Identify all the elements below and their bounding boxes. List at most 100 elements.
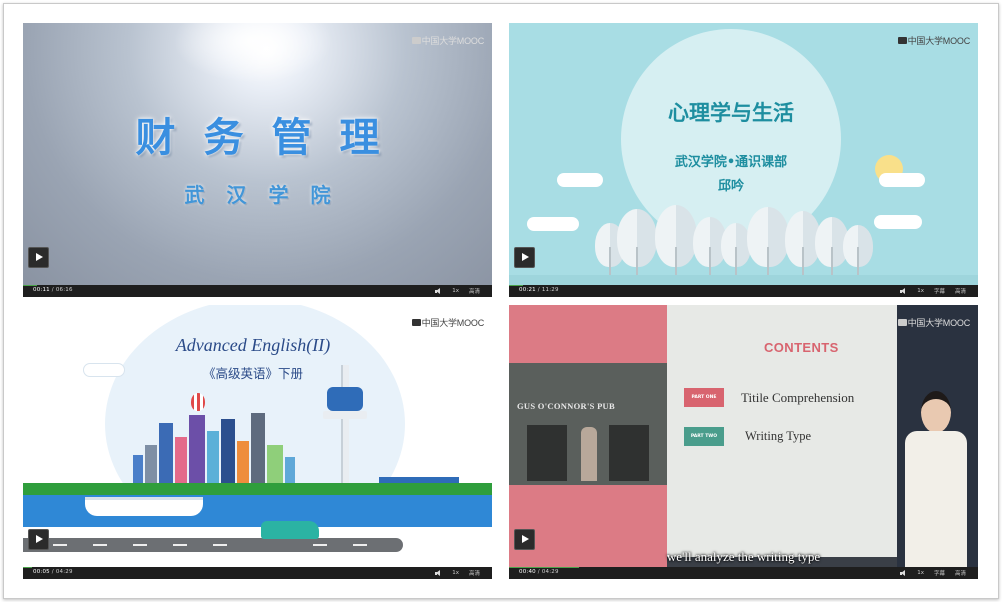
tree — [617, 205, 657, 277]
part-two-text: Writing Type — [745, 429, 812, 443]
control-bar: 00:40 / 04:29 1x 字幕 高清 — [509, 567, 978, 579]
ground — [509, 275, 978, 285]
light-flare — [173, 23, 333, 83]
captions-button[interactable]: 字幕 — [934, 569, 945, 577]
volume-icon[interactable] — [435, 288, 442, 294]
person-figure — [581, 427, 597, 481]
road-dash — [93, 544, 107, 546]
speed-button[interactable]: 1x — [917, 288, 924, 294]
course-subtitle: 武汉学院 — [184, 183, 353, 207]
video-screen[interactable]: 中国大学MOOC 心理学与生活 武汉学院•通识课部 邱吟 — [509, 23, 978, 285]
video-screen[interactable]: 中国大学MOOC 财务管理 武汉学院 — [23, 23, 492, 285]
captions-button[interactable]: 字幕 — [934, 287, 945, 295]
hot-air-balloon-icon — [191, 393, 205, 411]
control-bar: 00:11 / 06:16 1x 高清 — [23, 285, 492, 297]
building — [189, 415, 205, 483]
pub-window — [609, 425, 649, 481]
road-dash — [133, 544, 147, 546]
mooc-logo-icon — [897, 319, 907, 326]
video-player-lecture[interactable]: GUS O'CONNOR'S PUB 中国大学MOOC CONTENTS PAR… — [509, 305, 978, 579]
control-bar: 00:05 / 04:29 1x 高清 — [23, 567, 492, 579]
road-dash — [313, 544, 327, 546]
lecturer-body — [905, 431, 967, 567]
cloud — [527, 217, 579, 231]
mooc-watermark: 中国大学MOOC — [411, 316, 484, 329]
video-player-english[interactable]: 中国大学MOOC Advanced English(II) 《高级英语》下册 0… — [23, 305, 492, 579]
speed-button[interactable]: 1x — [452, 288, 459, 294]
cloud — [557, 173, 603, 187]
progress-bar[interactable] — [23, 567, 33, 568]
volume-icon[interactable] — [435, 570, 442, 576]
road-dash — [173, 544, 187, 546]
road-dash — [353, 544, 367, 546]
building — [207, 431, 219, 483]
speed-button[interactable]: 1x — [452, 570, 459, 576]
quality-button[interactable]: 高清 — [955, 287, 966, 295]
video-screen[interactable]: 中国大学MOOC Advanced English(II) 《高级英语》下册 — [23, 305, 492, 567]
pub-window — [527, 425, 567, 481]
tree — [655, 199, 697, 277]
tower-head — [327, 387, 363, 411]
mooc-watermark: 中国大学MOOC — [897, 316, 970, 329]
slide-heading: CONTENTS — [764, 340, 839, 355]
speed-button[interactable]: 1x — [917, 570, 924, 576]
lecturer-head — [921, 391, 951, 433]
building — [251, 413, 265, 483]
course-subtitle: 武汉学院•通识课部 — [674, 155, 788, 170]
part-two-tag: PART TWO — [684, 427, 724, 446]
mooc-logo-icon — [411, 319, 421, 326]
control-bar: 00:21 / 11:29 1x 字幕 高清 — [509, 285, 978, 297]
course-title: 财务管理 — [135, 114, 408, 161]
mooc-watermark: 中国大学MOOC — [897, 34, 970, 47]
building — [285, 457, 295, 483]
progress-bar[interactable] — [509, 285, 524, 286]
video-caption: we'll analyze the writing type — [666, 549, 821, 564]
building — [237, 441, 249, 483]
progress-bar[interactable] — [509, 567, 580, 568]
building — [133, 455, 143, 483]
time-display: 00:11 / 06:16 — [33, 287, 73, 293]
course-title: 心理学与生活 — [668, 101, 794, 125]
video-player-finance[interactable]: 中国大学MOOC 财务管理 武汉学院 00:11 / 06:16 1x 高清 — [23, 23, 492, 297]
volume-icon[interactable] — [900, 288, 907, 294]
part-one-tag: PART ONE — [684, 388, 724, 407]
time-display: 00:05 / 04:29 — [33, 569, 73, 575]
lecturer-name: 邱吟 — [717, 179, 744, 194]
lecturer-figure — [899, 387, 969, 567]
course-title: Advanced English(II) — [175, 335, 331, 355]
building — [145, 445, 157, 483]
road-dash — [213, 544, 227, 546]
tree — [747, 201, 789, 277]
building — [175, 437, 187, 483]
van — [261, 521, 319, 539]
play-icon[interactable] — [28, 529, 49, 550]
progress-bar[interactable] — [23, 285, 38, 286]
pub-sign: GUS O'CONNOR'S PUB — [517, 401, 615, 411]
quality-button[interactable]: 高清 — [469, 569, 480, 577]
volume-icon[interactable] — [900, 570, 907, 576]
quality-button[interactable]: 高清 — [469, 287, 480, 295]
time-display: 00:40 / 04:29 — [519, 569, 559, 575]
building — [221, 419, 235, 483]
mooc-watermark: 中国大学MOOC — [411, 34, 484, 47]
play-icon[interactable] — [514, 247, 535, 268]
mooc-logo-icon — [897, 37, 907, 44]
play-icon[interactable] — [514, 529, 535, 550]
building — [267, 445, 283, 483]
tree — [843, 223, 873, 277]
cloud — [83, 363, 125, 377]
cloud — [874, 215, 922, 229]
video-player-psychology[interactable]: 中国大学MOOC 心理学与生活 武汉学院•通识课部 邱吟 00:21 / 11:… — [509, 23, 978, 297]
building — [159, 423, 173, 483]
part-one-text: Titile Comprehension — [741, 390, 855, 405]
quality-button[interactable]: 高清 — [955, 569, 966, 577]
road-dash — [53, 544, 67, 546]
mooc-logo-icon — [411, 37, 421, 44]
tower-deck — [323, 411, 367, 419]
time-display: 00:21 / 11:29 — [519, 287, 559, 293]
ship — [85, 497, 203, 516]
pub-photo — [509, 363, 667, 485]
video-screen[interactable]: GUS O'CONNOR'S PUB 中国大学MOOC CONTENTS PAR… — [509, 305, 978, 567]
course-subtitle: 《高级英语》下册 — [202, 366, 303, 381]
play-icon[interactable] — [28, 247, 49, 268]
